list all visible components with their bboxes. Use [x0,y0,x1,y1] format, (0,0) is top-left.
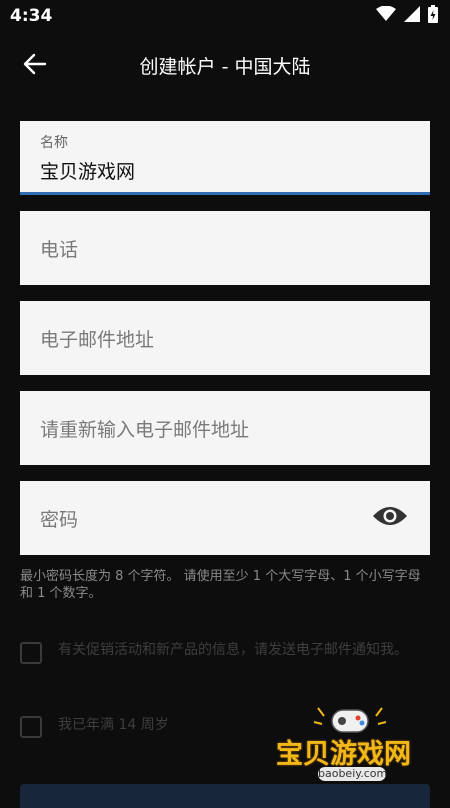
status-time: 4:34 [10,6,53,26]
arrow-left-icon [23,53,47,79]
status-icons [376,5,438,27]
app-bar: 创建帐户 - 中国大陆 [0,32,450,98]
name-field-label: 名称 [40,135,68,151]
promo-checkbox-row: 有关促销活动和新产品的信息，请发送电子邮件通知我。 [20,642,420,664]
name-field[interactable]: 名称 宝贝游戏网 [20,121,430,195]
eye-icon [372,504,408,532]
email-confirm-field[interactable]: 请重新输入电子邮件地址 [20,391,430,465]
email-field[interactable]: 电子邮件地址 [20,301,430,375]
age-checkbox[interactable] [20,716,42,738]
status-bar: 4:34 [0,0,450,32]
phone-field-placeholder: 电话 [40,239,79,261]
back-button[interactable] [18,49,52,83]
promo-checkbox-label: 有关促销活动和新产品的信息，请发送电子邮件通知我。 [58,642,408,658]
page-title: 创建帐户 - 中国大陆 [139,55,311,78]
age-checkbox-label: 我已年满 14 周岁 [58,717,169,733]
wifi-icon [376,5,396,26]
battery-icon [428,5,438,27]
watermark-logo: 宝贝游戏网 baobeiy.com [270,700,430,795]
email-confirm-field-placeholder: 请重新输入电子邮件地址 [40,419,250,441]
password-visibility-toggle[interactable] [372,504,408,532]
password-hint: 最小密码长度为 8 个字符。 请使用至少 1 个大写字母、1 个小写字母和 1 … [20,569,421,601]
password-field-placeholder: 密码 [40,509,79,531]
signal-icon [404,6,420,26]
watermark-url: baobeiy.com [318,767,388,781]
phone-field[interactable]: 电话 [20,211,430,285]
name-field-value: 宝贝游戏网 [40,161,136,183]
password-field[interactable]: 密码 [20,481,430,555]
promo-checkbox[interactable] [20,642,42,664]
watermark-text: 宝贝游戏网 [276,739,411,770]
email-field-placeholder: 电子邮件地址 [40,329,155,351]
